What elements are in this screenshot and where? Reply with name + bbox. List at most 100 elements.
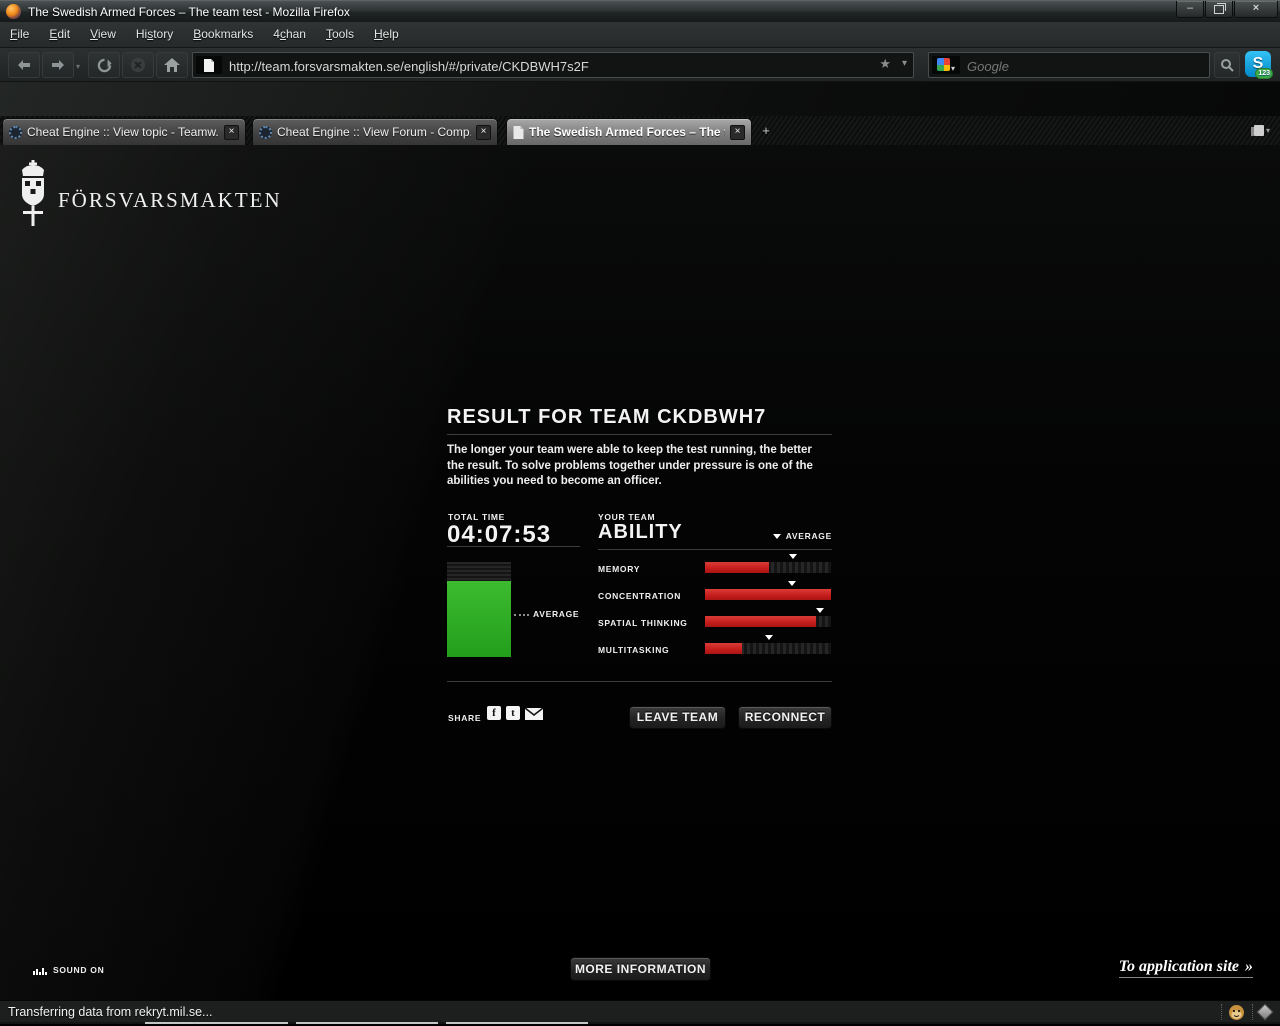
twitter-share-icon[interactable]: t (506, 706, 520, 720)
result-description: The longer your team were able to keep t… (447, 444, 813, 487)
greasemonkey-icon[interactable] (1228, 1004, 1245, 1021)
tab-cheat-engine-forum[interactable]: Cheat Engine :: View Forum - Comp... × (252, 118, 498, 145)
chevron-down-icon (772, 533, 781, 539)
skype-icon[interactable]: S 123 (1245, 51, 1273, 79)
tab-title: Cheat Engine :: View topic - Teamw... (27, 125, 219, 139)
search-engine-selector[interactable]: ▾ (932, 56, 960, 74)
tab-swedish-armed-forces[interactable]: The Swedish Armed Forces – The t... × (506, 118, 752, 145)
divider (447, 681, 832, 682)
stop-button[interactable] (122, 52, 154, 78)
statusbar-separator (1252, 1004, 1253, 1020)
forward-button[interactable] (42, 52, 74, 78)
facebook-share-icon[interactable]: f (487, 706, 501, 720)
close-window-button[interactable]: × (1234, 1, 1278, 18)
average-marker-icon (787, 581, 796, 586)
leave-team-button[interactable]: LEAVE TEAM (629, 706, 726, 729)
bookmark-star-icon[interactable]: ★ (879, 56, 891, 72)
ability-label: CONCENTRATION (598, 591, 682, 601)
menu-view[interactable]: View (80, 22, 126, 41)
to-application-site-link[interactable]: To application site » (1118, 958, 1253, 978)
window-title: The Swedish Armed Forces – The team test… (28, 5, 350, 19)
page-icon (196, 56, 222, 74)
average-line-label: AVERAGE (533, 609, 580, 619)
more-information-button[interactable]: MORE INFORMATION (570, 957, 711, 981)
restore-icon (1214, 3, 1226, 14)
list-all-tabs-button[interactable]: ▾ (1250, 122, 1274, 139)
back-button[interactable] (8, 52, 40, 78)
average-selector-label: AVERAGE (785, 531, 832, 541)
tab-cheat-engine-topic[interactable]: Cheat Engine :: View topic - Teamw... × (2, 118, 246, 145)
tab-title: Cheat Engine :: View Forum - Comp... (277, 125, 471, 139)
page-title: RESULT FOR TEAM CKDBWH7 (447, 406, 767, 428)
close-tab-icon[interactable]: × (476, 124, 491, 140)
ability-bar-fill (705, 616, 816, 627)
menu-history[interactable]: History (126, 22, 183, 41)
status-bar: Transferring data from rekryt.mil.se... (0, 1000, 1280, 1022)
divider (447, 434, 832, 435)
skype-badge: 123 (1255, 68, 1273, 79)
divider (447, 546, 580, 547)
ability-label: SPATIAL THINKING (598, 618, 688, 628)
reconnect-button[interactable]: RECONNECT (738, 706, 832, 729)
to-application-site-label: To application site (1118, 958, 1239, 975)
url-dropdown-caret-icon[interactable]: ▾ (902, 58, 907, 69)
ability-bar-track (705, 581, 831, 600)
statusbar-separator (1221, 1004, 1222, 1020)
menu-4chan[interactable]: 4chan (263, 22, 316, 41)
forsvarsmakten-logo: FÖRSVARSMAKTEN (14, 160, 282, 226)
page-content: FÖRSVARSMAKTEN RESULT FOR TEAM CKDBWH7 T… (0, 145, 1280, 1000)
sound-on-label: SOUND ON (53, 965, 105, 975)
list-tabs-icon (1250, 125, 1264, 136)
back-forward-dropdown-caret-icon[interactable]: ▾ (76, 62, 80, 71)
search-go-button[interactable] (1214, 52, 1240, 78)
ability-row-memory: MEMORY (598, 554, 832, 574)
average-marker-icon (765, 635, 774, 640)
ability-heading: ABILITY (598, 521, 683, 543)
average-marker-icon (789, 554, 798, 559)
status-text: Transferring data from rekryt.mil.se... (8, 1005, 213, 1019)
cheat-engine-favicon-icon (9, 125, 22, 139)
search-input[interactable] (965, 54, 1199, 78)
ability-bar-fill (705, 589, 831, 600)
ability-row-concentration: CONCENTRATION (598, 581, 832, 601)
close-tab-icon[interactable]: × (730, 124, 745, 140)
minimize-button[interactable]: – (1176, 1, 1204, 18)
menubar: File Edit View History Bookmarks 4chan Tools He… (0, 22, 1280, 48)
tab-bar: Cheat Engine :: View topic - Teamw... × … (0, 116, 1280, 145)
chevrons-icon: » (1245, 958, 1253, 975)
menu-edit[interactable]: Edit (39, 22, 80, 41)
share-label: SHARE (448, 713, 482, 723)
url-bar[interactable]: ★ ▾ (192, 52, 914, 78)
window-titlebar: The Swedish Armed Forces – The team test… (0, 0, 1280, 22)
reload-button[interactable] (88, 52, 120, 78)
restore-button[interactable] (1205, 1, 1233, 18)
menu-file[interactable]: File (0, 22, 39, 41)
page-favicon-icon (513, 125, 524, 139)
chrome-background (0, 82, 1280, 116)
firefox-icon (6, 4, 21, 19)
menu-bookmarks[interactable]: Bookmarks (183, 22, 263, 41)
google-icon (937, 58, 950, 71)
menu-help[interactable]: Help (364, 22, 409, 41)
url-input[interactable] (227, 54, 871, 78)
brand-name: FÖRSVARSMAKTEN (58, 187, 282, 212)
new-tab-button[interactable]: + (758, 123, 774, 139)
total-time-value: 04:07:53 (447, 521, 552, 548)
email-share-icon[interactable] (525, 708, 543, 720)
ability-bar-fill (705, 562, 770, 573)
home-button[interactable] (156, 52, 188, 78)
divider (598, 549, 832, 550)
search-bar[interactable]: ▾ (928, 52, 1210, 78)
menu-tools[interactable]: Tools (316, 22, 364, 41)
gem-addon-icon[interactable] (1256, 1003, 1274, 1021)
close-tab-icon[interactable]: × (224, 124, 239, 140)
average-selector[interactable]: AVERAGE (772, 531, 832, 541)
ability-label: MEMORY (598, 564, 641, 574)
equalizer-icon (33, 967, 47, 975)
navigation-toolbar: ▾ ★ ▾ ▾ S 123 (0, 48, 1280, 82)
ability-bar-track (705, 635, 831, 654)
crest-icon (22, 160, 44, 226)
sound-toggle[interactable]: SOUND ON (33, 965, 104, 975)
search-engine-caret-icon: ▾ (951, 64, 956, 73)
average-leader-line (514, 614, 529, 616)
